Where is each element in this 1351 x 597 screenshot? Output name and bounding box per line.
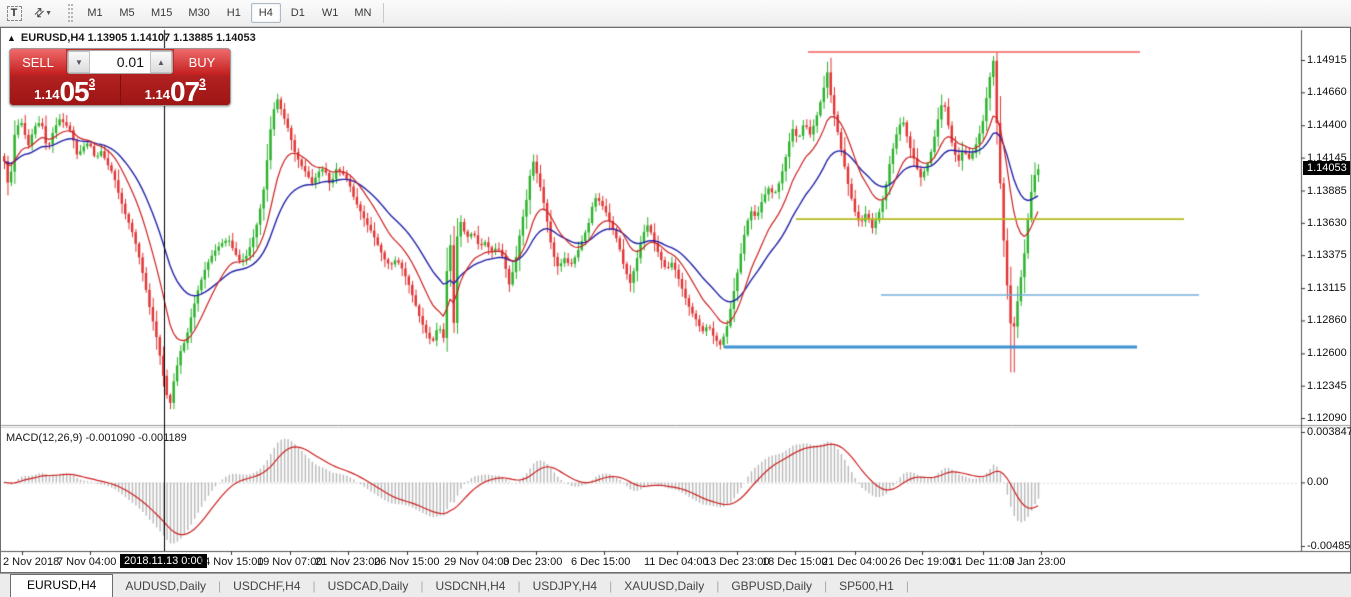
buy-price-small: 1.14: [145, 85, 170, 105]
time-axis-label: 26 Dec 19:00: [889, 556, 954, 568]
volume-increase-button[interactable]: ▲: [150, 51, 172, 73]
volume-decrease-button[interactable]: ▼: [68, 51, 90, 73]
chart-canvas[interactable]: [1, 28, 1350, 572]
time-axis-label: 21 Nov 23:00: [315, 556, 380, 568]
top-toolbar: T ⇅ ▼ M1M5M15M30H1H4D1W1MN: [0, 0, 1351, 27]
macd-axis-tick: 0.00: [1307, 476, 1349, 488]
buy-button[interactable]: BUY: [174, 49, 230, 75]
timeframe-button-m5[interactable]: M5: [112, 3, 142, 23]
chart-title: ▲ EURUSD,H4 1.13905 1.14107 1.13885 1.14…: [7, 32, 256, 44]
time-axis-label: 6 Dec 15:00: [571, 556, 630, 568]
timeframe-button-group: M1M5M15M30H1H4D1W1MN: [79, 3, 379, 23]
buy-price-sup: 3: [199, 78, 206, 90]
sell-button[interactable]: SELL: [10, 49, 66, 75]
chart-tab-bar: EURUSD,H4AUDUSD,Daily|USDCHF,H4|USDCAD,D…: [0, 573, 1351, 597]
timeframe-button-m1[interactable]: M1: [80, 3, 110, 23]
price-axis-tick: 1.13630: [1307, 217, 1349, 229]
one-click-trading-panel: SELL ▼ ▲ BUY 1.14 05 3 1.14 07 3: [9, 48, 231, 106]
price-axis-tick: 1.14660: [1307, 86, 1349, 98]
timeframe-button-m30[interactable]: M30: [181, 3, 216, 23]
sell-price-small: 1.14: [34, 85, 59, 105]
time-axis-label: 31 Dec 11:00: [950, 556, 1015, 568]
tab-usdcnh-h4[interactable]: USDCNH,H4: [423, 576, 517, 597]
tab-gbpusd-daily[interactable]: GBPUSD,Daily: [719, 576, 824, 597]
sell-price-big: 05: [59, 79, 88, 105]
price-axis-tick: 1.13375: [1307, 249, 1349, 261]
price-axis-tick: 1.12345: [1307, 380, 1349, 392]
tab-sp500-h1[interactable]: SP500,H1: [827, 576, 906, 597]
tab-usdchf-h4[interactable]: USDCHF,H4: [221, 576, 312, 597]
toolbar-separator: [383, 3, 384, 23]
timeframe-button-w1[interactable]: W1: [315, 3, 346, 23]
arrows-icon: ⇅: [31, 4, 48, 21]
macd-indicator-label: MACD(12,26,9) -0.001090 -0.001189: [6, 432, 187, 444]
tab-divider: |: [906, 579, 909, 597]
cursor-tool-icon[interactable]: ⇅ ▼: [28, 3, 58, 23]
sell-price-display[interactable]: 1.14 05 3: [10, 75, 121, 106]
chart-window: ▲ EURUSD,H4 1.13905 1.14107 1.13885 1.14…: [0, 27, 1351, 573]
volume-stepper: ▼ ▲: [67, 50, 173, 74]
price-axis-tick: 1.13115: [1307, 282, 1349, 294]
time-axis-label: 3 Dec 23:00: [503, 556, 562, 568]
time-axis-label: 3 Jan 23:00: [1008, 556, 1066, 568]
tab-xauusd-daily[interactable]: XAUUSD,Daily: [612, 576, 716, 597]
tab-eurusd-h4[interactable]: EURUSD,H4: [10, 574, 113, 597]
chart-title-text: EURUSD,H4 1.13905 1.14107 1.13885 1.1405…: [21, 32, 256, 44]
price-axis-tick: 1.12090: [1307, 412, 1349, 424]
tab-usdcad-daily[interactable]: USDCAD,Daily: [316, 576, 421, 597]
time-axis-label: 14 Nov 15:00: [198, 556, 263, 568]
price-axis-tick: 1.14400: [1307, 119, 1349, 131]
timeframe-button-h1[interactable]: H1: [219, 3, 249, 23]
macd-axis-tick: -0.004856: [1307, 540, 1349, 552]
oneclick-collapse-icon[interactable]: ▲: [7, 33, 16, 43]
time-axis-label: 13 Dec 23:00: [704, 556, 769, 568]
text-tool-icon[interactable]: T: [3, 3, 25, 23]
price-axis-tick: 1.12600: [1307, 347, 1349, 359]
buy-price-display[interactable]: 1.14 07 3: [121, 75, 231, 106]
time-axis-label: 7 Nov 04:00: [57, 556, 116, 568]
timeframe-button-d1[interactable]: D1: [283, 3, 313, 23]
price-axis-tick: 1.12860: [1307, 314, 1349, 326]
time-axis-label: 19 Nov 07:00: [257, 556, 322, 568]
crosshair-date-tag: 2018.11.13 0:00: [120, 554, 207, 568]
time-axis-label: 2 Nov 2018: [3, 556, 59, 568]
price-axis-tick: 1.13885: [1307, 185, 1349, 197]
time-axis-label: 11 Dec 04:00: [644, 556, 709, 568]
price-axis-tick: 1.14915: [1307, 54, 1349, 66]
timeframe-button-m15[interactable]: M15: [144, 3, 179, 23]
time-axis-label: 18 Dec 15:00: [762, 556, 827, 568]
time-axis-label: 21 Dec 04:00: [822, 556, 887, 568]
text-tool-glyph: T: [7, 6, 22, 21]
volume-input[interactable]: [90, 51, 150, 73]
buy-price-big: 07: [170, 79, 199, 105]
time-axis-label: 29 Nov 04:00: [444, 556, 509, 568]
macd-axis-tick: 0.003847: [1307, 426, 1349, 438]
toolbar-grip[interactable]: [68, 4, 73, 22]
time-axis-label: 26 Nov 15:00: [374, 556, 439, 568]
tab-audusd-daily[interactable]: AUDUSD,Daily: [113, 576, 218, 597]
sell-price-sup: 3: [89, 78, 96, 90]
timeframe-button-h4[interactable]: H4: [251, 3, 281, 23]
tab-usdjpy-h4[interactable]: USDJPY,H4: [521, 576, 609, 597]
trading-app: T ⇅ ▼ M1M5M15M30H1H4D1W1MN ▲ EURUSD,H4 1…: [0, 0, 1351, 597]
price-axis-tick: 1.14145: [1307, 152, 1349, 164]
timeframe-button-mn[interactable]: MN: [347, 3, 378, 23]
